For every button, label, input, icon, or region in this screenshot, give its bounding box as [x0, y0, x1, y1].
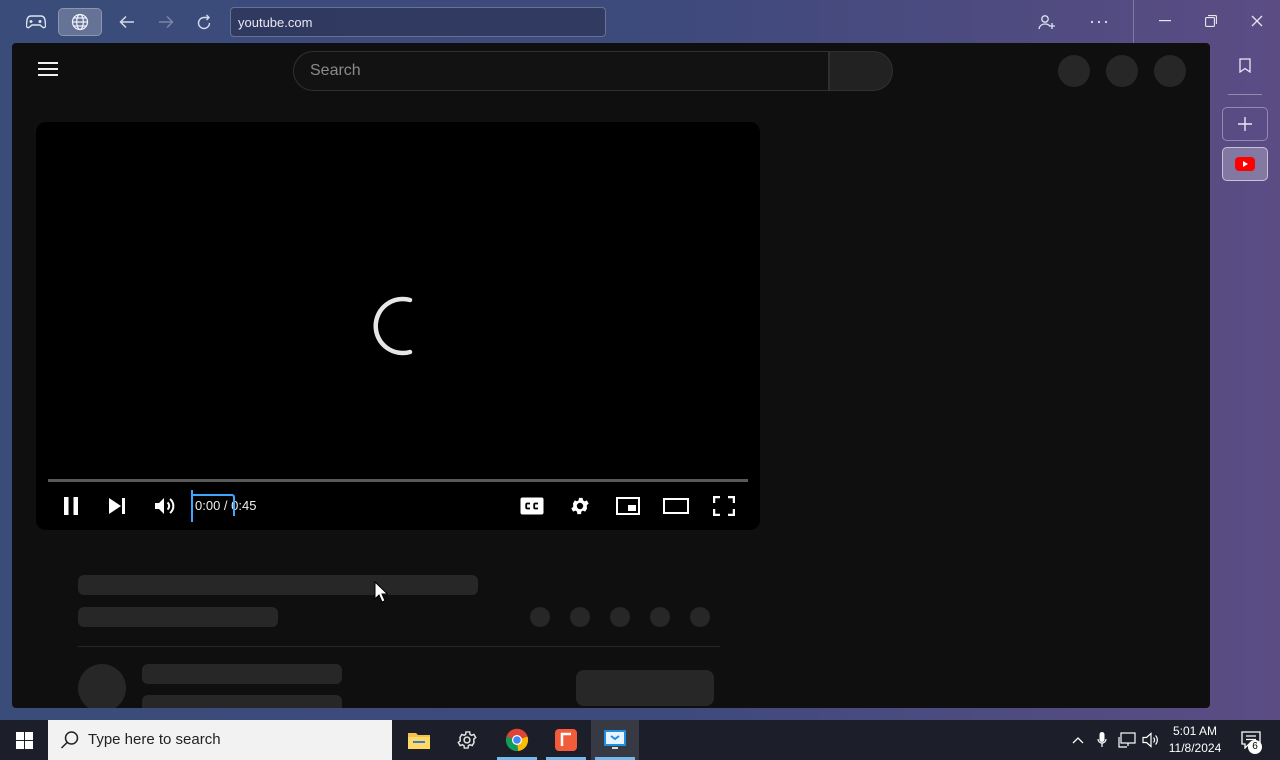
windows-icon: [15, 731, 33, 749]
bookmark-icon: [1239, 57, 1251, 73]
add-person-icon: [1038, 15, 1055, 30]
file-explorer-icon: [408, 733, 430, 749]
reload-button[interactable]: [190, 8, 218, 36]
network-icon: [1118, 732, 1136, 748]
minimize-button[interactable]: [1145, 6, 1185, 36]
progress-bar[interactable]: [48, 479, 748, 482]
pause-button[interactable]: [55, 490, 87, 522]
chrome-icon: [505, 728, 529, 752]
action-placeholder-4: [650, 607, 670, 627]
more-options-button[interactable]: [1085, 8, 1113, 36]
taskbar-settings[interactable]: [443, 720, 491, 760]
fullscreen-button[interactable]: [708, 490, 740, 522]
captions-button[interactable]: [516, 490, 548, 522]
channel-avatar-placeholder: [78, 664, 126, 708]
restore-icon: [1205, 15, 1217, 27]
avatar-placeholder: [1154, 55, 1186, 87]
youtube-icon: [1235, 157, 1255, 171]
action-placeholder-1: [530, 607, 550, 627]
youtube-site-button[interactable]: [1222, 147, 1268, 181]
miniplayer-icon: [616, 497, 640, 515]
mouse-cursor-icon: [374, 581, 388, 603]
clock[interactable]: 5:01 AM 11/8/2024: [1160, 723, 1230, 757]
subscribe-placeholder: [576, 670, 714, 706]
action-placeholder-2: [570, 607, 590, 627]
loading-spinner-icon: [373, 296, 413, 356]
address-bar[interactable]: youtube.com: [230, 7, 606, 37]
miniplayer-button[interactable]: [612, 490, 644, 522]
taskbar-app-blue[interactable]: [591, 720, 639, 760]
clock-date: 11/8/2024: [1168, 741, 1222, 755]
channel-name-placeholder: [142, 664, 342, 684]
action-placeholder-3: [610, 607, 630, 627]
arrow-right-icon: [159, 15, 174, 29]
mute-button[interactable]: [149, 490, 181, 522]
speaker-icon: [1142, 732, 1158, 748]
taskbar-search-placeholder: Type here to search: [88, 731, 221, 748]
theater-mode-button[interactable]: [660, 490, 692, 522]
subtitle-placeholder: [78, 607, 278, 627]
network-tray-button[interactable]: [1116, 720, 1138, 760]
notification-count-badge: 6: [1248, 740, 1262, 754]
settings-icon: [457, 731, 477, 749]
browser-toolbar: youtube.com: [0, 0, 1280, 43]
arrow-left-icon: [119, 15, 134, 29]
closed-captions-icon: [520, 497, 544, 515]
theater-mode-icon: [663, 498, 689, 514]
web-tab-button[interactable]: [58, 8, 102, 36]
add-site-button[interactable]: [1222, 107, 1268, 141]
gamepad-icon: [26, 15, 46, 29]
start-button[interactable]: [0, 720, 48, 760]
back-button[interactable]: [113, 8, 141, 36]
globe-icon: [71, 13, 89, 31]
settings-button[interactable]: [564, 490, 596, 522]
taskbar-file-explorer[interactable]: [395, 720, 443, 760]
fullscreen-icon: [713, 496, 735, 516]
toolbar-divider: [1133, 0, 1134, 43]
header-placeholder-2: [1106, 55, 1138, 87]
gamepad-tab-button[interactable]: [14, 8, 58, 36]
pause-icon: [64, 497, 78, 515]
forward-button[interactable]: [152, 8, 180, 36]
bookmarks-button[interactable]: [1222, 48, 1268, 82]
close-icon: [1251, 15, 1263, 27]
youtube-search-input[interactable]: Search: [293, 51, 829, 91]
volume-icon: [155, 498, 175, 514]
clock-time: 5:01 AM: [1172, 724, 1218, 738]
title-placeholder: [78, 575, 478, 595]
restore-button[interactable]: [1191, 6, 1231, 36]
time-display: 0:00 / 0:45: [191, 490, 258, 522]
content-divider: [78, 646, 720, 647]
plus-icon: [1238, 117, 1252, 131]
taskbar-app-red[interactable]: [542, 720, 590, 760]
search-icon: [60, 731, 79, 749]
action-placeholder-5: [690, 607, 710, 627]
sidebar-divider: [1228, 94, 1262, 95]
app-red-icon: [555, 729, 577, 751]
youtube-search-button[interactable]: [829, 51, 893, 91]
chevron-up-icon: [1072, 737, 1084, 744]
gear-icon: [571, 497, 589, 515]
taskbar: Type here to search 5:01 AM 11/8/2024 6: [0, 720, 1280, 760]
minimize-icon: [1159, 20, 1171, 22]
microphone-tray-button[interactable]: [1092, 720, 1112, 760]
channel-meta-placeholder: [142, 695, 342, 708]
show-hidden-icons-button[interactable]: [1068, 720, 1088, 760]
web-content: Search 0:00 / 0:45: [12, 43, 1210, 708]
skip-next-icon: [109, 498, 125, 514]
taskbar-chrome[interactable]: [493, 720, 541, 760]
next-button[interactable]: [101, 490, 133, 522]
reload-icon: [197, 14, 211, 30]
video-player[interactable]: 0:00 / 0:45: [36, 122, 760, 530]
volume-tray-button[interactable]: [1140, 720, 1162, 760]
close-button[interactable]: [1237, 6, 1277, 36]
ellipsis-icon: [1090, 20, 1108, 24]
add-profile-button[interactable]: [1033, 8, 1061, 36]
menu-icon[interactable]: [38, 62, 58, 78]
microphone-icon: [1097, 732, 1107, 747]
app-blue-icon: [604, 730, 626, 749]
header-placeholder-1: [1058, 55, 1090, 87]
taskbar-search-input[interactable]: Type here to search: [48, 720, 392, 760]
